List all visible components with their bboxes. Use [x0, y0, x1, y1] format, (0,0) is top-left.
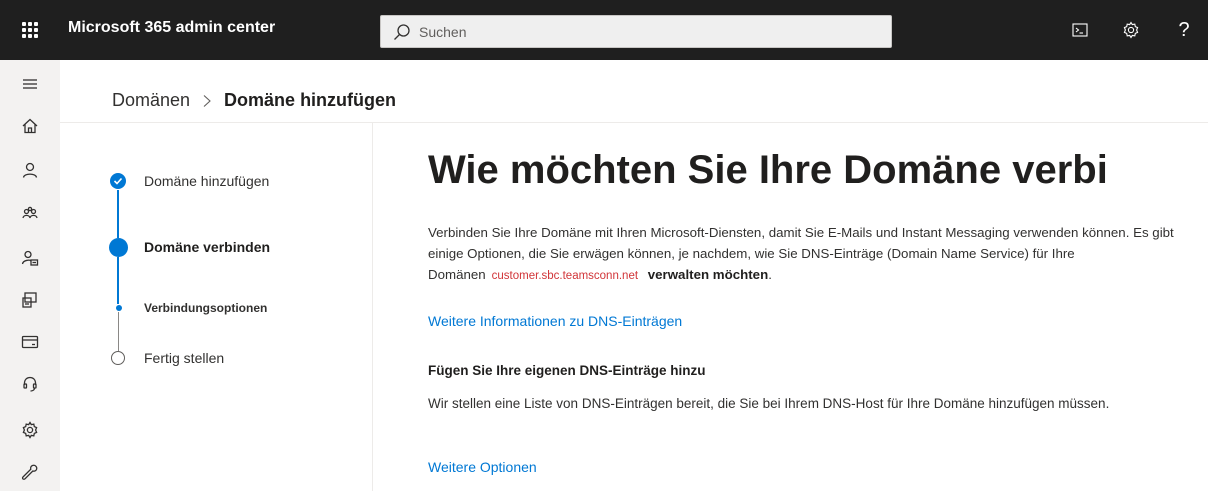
nav-rail: [0, 60, 60, 491]
search-input[interactable]: [419, 23, 859, 40]
stepper-divider: [372, 123, 373, 491]
setup-icon: [21, 464, 38, 480]
domain-name: customer.sbc.teamsconn.net: [491, 270, 639, 282]
step-label[interactable]: Domäne hinzufügen: [144, 173, 269, 189]
dns-info-link[interactable]: Weitere Informationen zu DNS-Einträgen: [428, 313, 682, 329]
settings-button[interactable]: [1119, 18, 1143, 42]
breadcrumb-domains-link[interactable]: Domänen: [112, 90, 190, 111]
substep-current-indicator: [116, 305, 122, 311]
breadcrumb-current: Domäne hinzufügen: [224, 90, 397, 110]
waffle-icon: [22, 22, 38, 38]
step-current-indicator: [109, 238, 128, 257]
substep-label: Verbindungsoptionen: [144, 301, 268, 315]
nav-home[interactable]: [0, 106, 60, 146]
nav-menu-button[interactable]: [0, 64, 60, 104]
step-pending-indicator: [111, 351, 125, 365]
help-button[interactable]: ?: [1172, 18, 1196, 42]
group-icon: [22, 206, 38, 219]
nav-users[interactable]: [0, 150, 60, 190]
step-connector: [118, 312, 119, 351]
terminal-icon: [1072, 23, 1088, 37]
option-description: Wir stellen eine Liste von DNS-Einträgen…: [428, 396, 1110, 411]
app-title[interactable]: Microsoft 365 admin center: [68, 19, 275, 37]
intro-text: Verbinden Sie Ihre Domäne mit Ihren Micr…: [428, 222, 1198, 287]
more-options-link[interactable]: Weitere Optionen: [428, 459, 537, 475]
checkmark-icon: [113, 177, 123, 185]
nav-resources[interactable]: [0, 280, 60, 320]
support-icon: [23, 376, 37, 392]
nav-groups[interactable]: [0, 194, 60, 234]
billing-icon: [21, 335, 39, 349]
nav-settings[interactable]: [0, 410, 60, 450]
user-badge-icon: [21, 250, 39, 266]
menu-icon: [23, 79, 37, 89]
step-label: Domäne verbinden: [144, 239, 271, 255]
devices-icon: [22, 292, 37, 308]
gear-icon: [1123, 21, 1139, 39]
chevron-right-icon: [203, 94, 211, 107]
breadcrumb: Domänen Domäne hinzufügen: [112, 90, 396, 111]
app-launcher-button[interactable]: [0, 0, 60, 60]
nav-support[interactable]: [0, 364, 60, 404]
header-divider: [60, 122, 1208, 123]
settings-icon: [22, 421, 38, 439]
step-complete-icon: [110, 173, 126, 189]
nav-setup[interactable]: [0, 452, 60, 492]
step-connector: [117, 257, 119, 304]
search-icon: [394, 23, 410, 40]
nav-billing[interactable]: [0, 322, 60, 362]
search-box[interactable]: [380, 15, 892, 48]
page-title: Wie möchten Sie Ihre Domäne verbi: [428, 148, 1108, 192]
step-connector: [117, 190, 119, 238]
powershell-button[interactable]: [1068, 18, 1092, 42]
intro-text-end: .: [768, 267, 772, 282]
nav-roles[interactable]: [0, 238, 60, 278]
option-heading: Fügen Sie Ihre eigenen DNS-Einträge hinz…: [428, 363, 706, 378]
home-icon: [22, 118, 38, 134]
intro-bold-text: verwalten möchten: [647, 267, 769, 282]
user-icon: [22, 162, 38, 178]
top-bar: Microsoft 365 admin center ?: [0, 0, 1208, 60]
step-label: Fertig stellen: [144, 350, 225, 366]
